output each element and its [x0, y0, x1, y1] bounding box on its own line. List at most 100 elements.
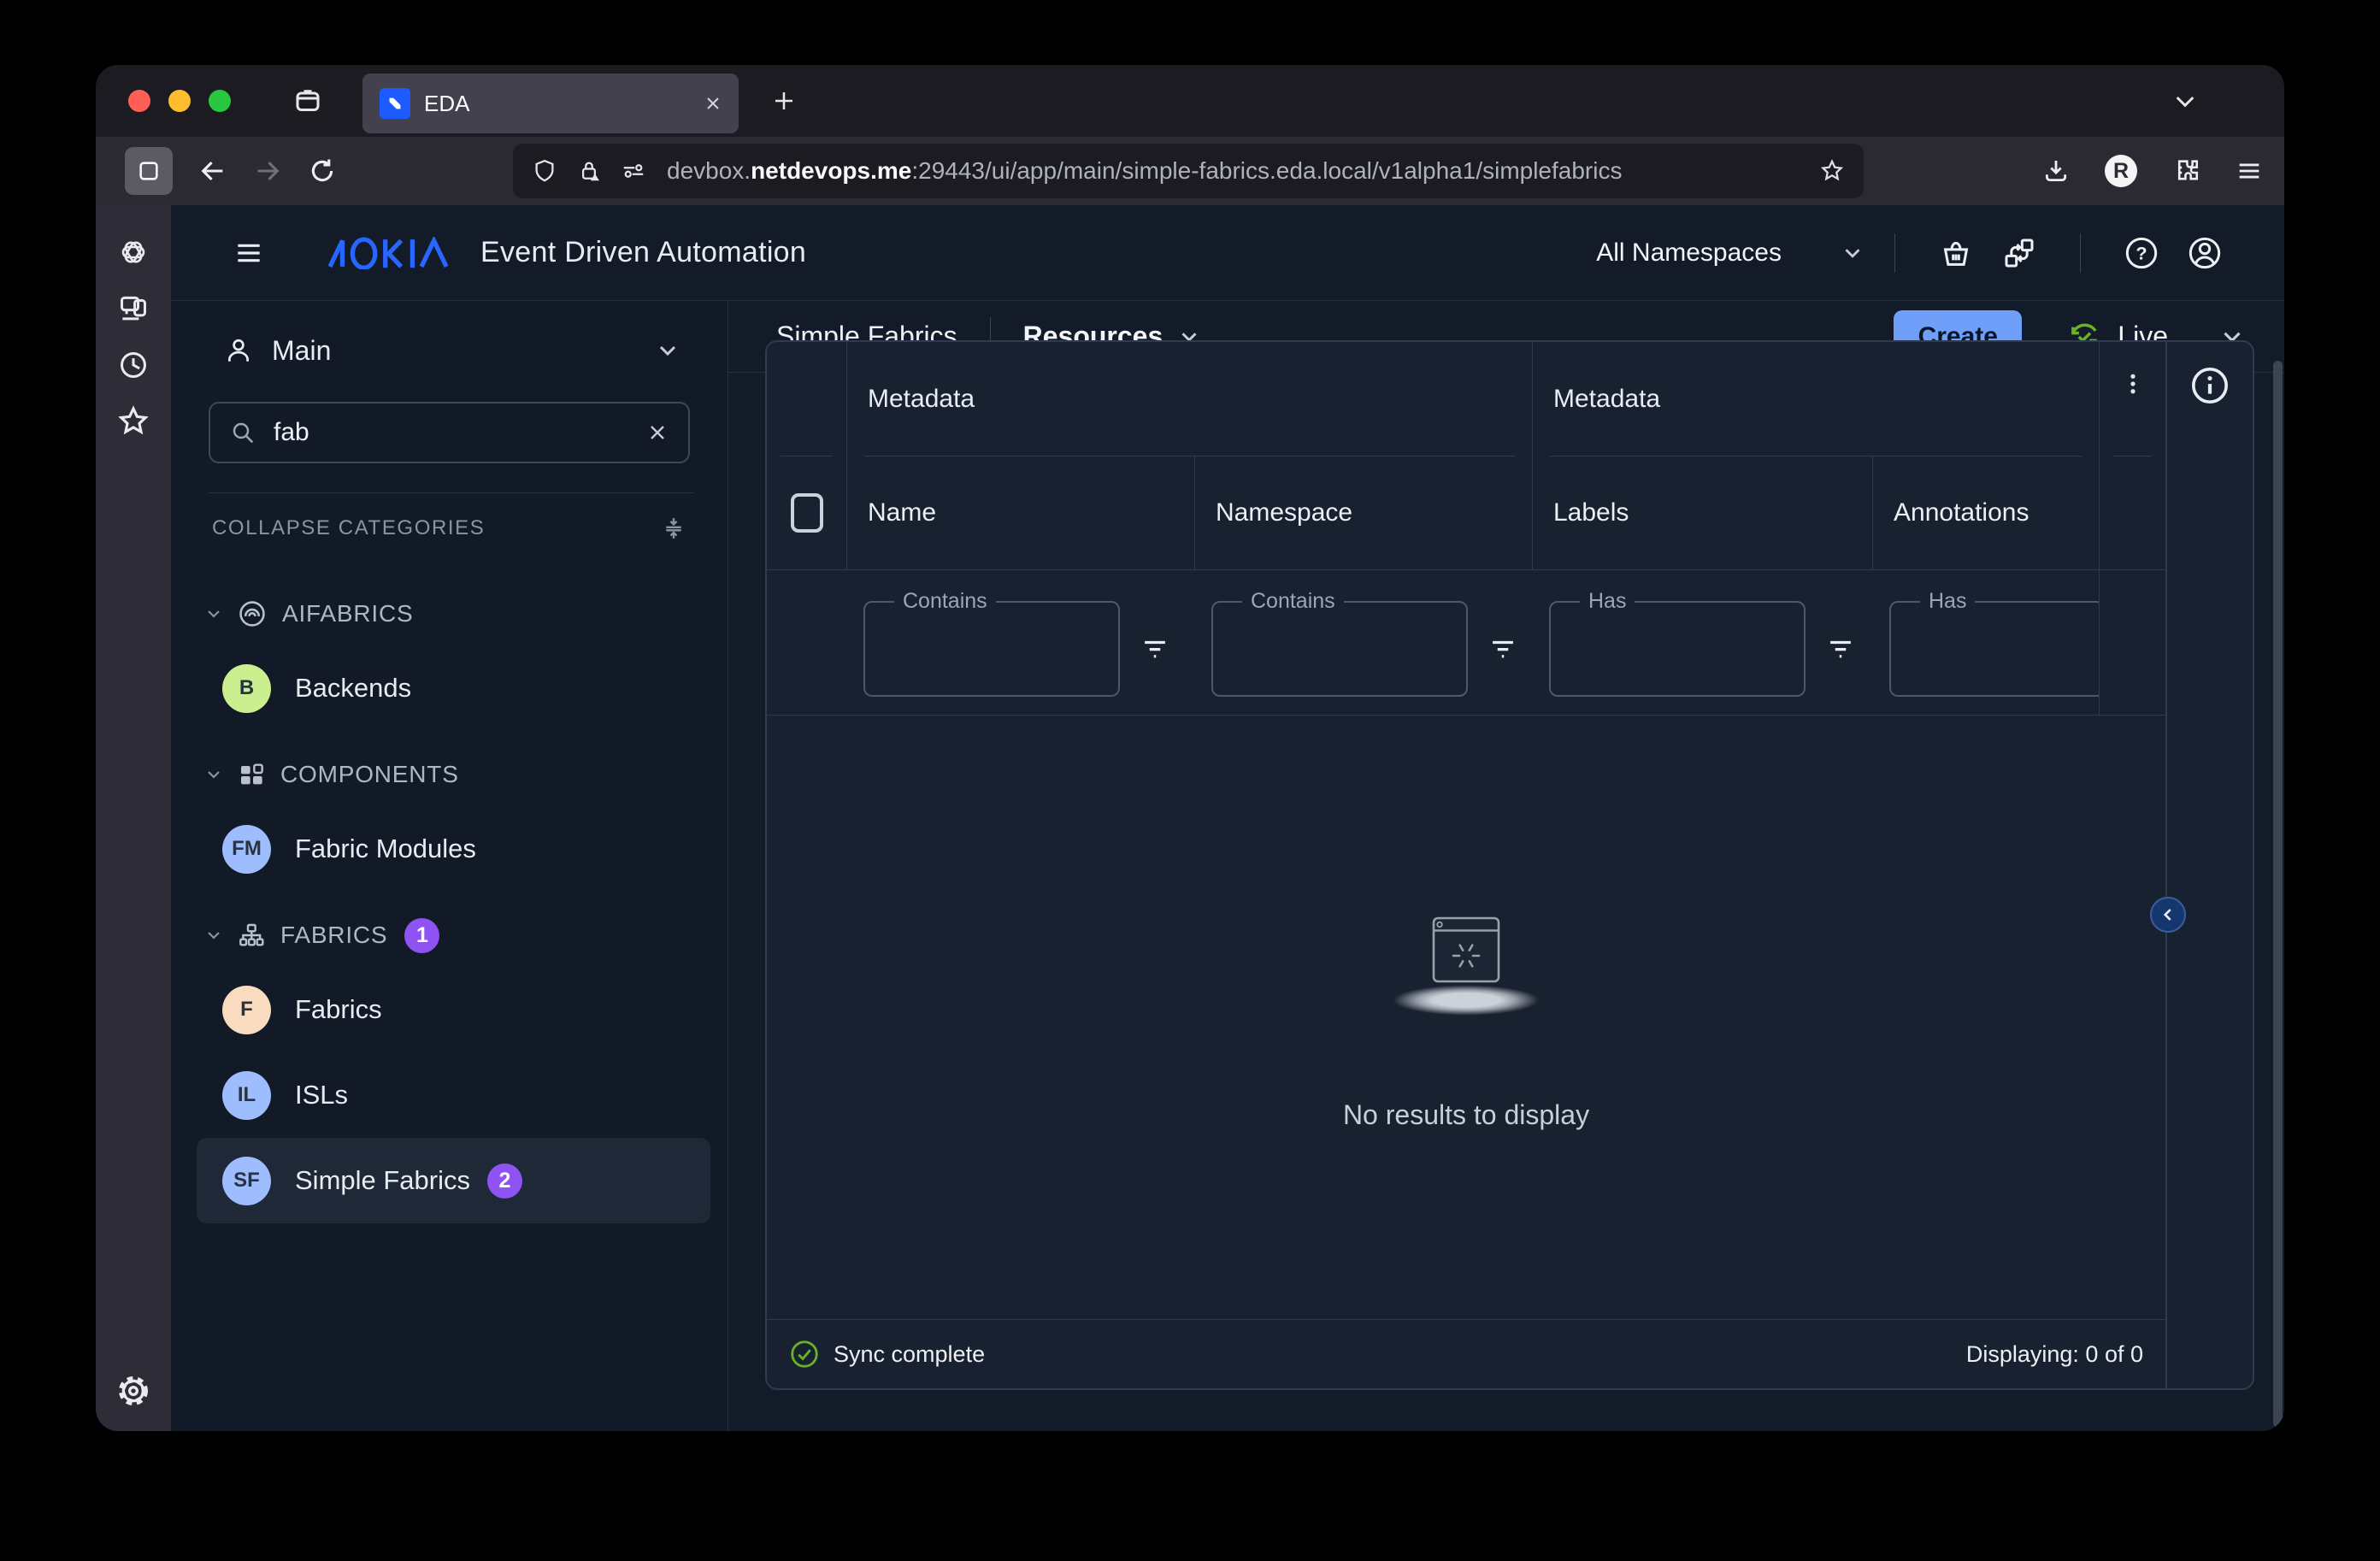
history-clock-icon[interactable] [115, 347, 151, 383]
kebab-menu-icon[interactable] [2120, 371, 2146, 397]
filter-labels: Has [1532, 570, 1872, 715]
category-components[interactable]: COMPONENTS [171, 743, 728, 806]
labels-filter-input[interactable]: Has [1549, 601, 1806, 697]
app-store-basket-icon[interactable] [1939, 236, 1973, 270]
menu-hamburger-icon[interactable] [2235, 156, 2264, 186]
table-header-row: Name Namespace Labels Annotations [767, 457, 2165, 570]
select-all-checkbox[interactable] [791, 493, 823, 533]
extensions-puzzle-icon[interactable] [2171, 156, 2200, 186]
category-aifabrics[interactable]: AIFABRICS [171, 582, 728, 645]
permissions-sliders-icon[interactable] [621, 158, 646, 184]
annotations-filter-input[interactable]: Has [1889, 601, 2099, 697]
chevron-down-icon[interactable] [203, 604, 224, 624]
zoom-window-button[interactable] [209, 90, 231, 112]
user-account-icon[interactable] [2188, 236, 2222, 270]
new-tab-button[interactable] [771, 88, 797, 114]
content-area: Simple Fabrics Resources Create Live [728, 301, 2284, 1431]
sidebar-item-backends[interactable]: B Backends [197, 645, 710, 731]
settings-gear-icon[interactable] [115, 1373, 151, 1409]
sidebar-item-label: Simple Fabrics [295, 1165, 470, 1196]
backends-badge: B [222, 664, 271, 713]
check-circle-icon [789, 1339, 820, 1370]
sidebar-item-fabrics[interactable]: F Fabrics [197, 967, 710, 1052]
back-icon[interactable] [198, 156, 227, 186]
clear-search-icon[interactable] [645, 421, 669, 445]
name-filter-input[interactable]: Contains [863, 601, 1120, 697]
app-menu-hamburger-icon[interactable] [233, 237, 265, 269]
close-window-button[interactable] [128, 90, 150, 112]
metadata-group-1: Metadata [846, 342, 1532, 457]
sidebar-toggle-button[interactable] [125, 147, 173, 195]
info-icon[interactable] [2190, 366, 2230, 1388]
chevron-down-icon[interactable] [203, 925, 224, 945]
context-chevron-down-icon[interactable] [654, 337, 681, 364]
toolbar-right-icons: R [2041, 155, 2264, 187]
synced-tabs-icon[interactable] [115, 291, 151, 327]
transactions-flow-icon[interactable] [2002, 236, 2036, 270]
reload-icon[interactable] [308, 156, 337, 186]
filter-icon[interactable] [1490, 636, 1516, 662]
collapse-categories[interactable]: COLLAPSE CATEGORIES [212, 515, 686, 541]
category-fabrics[interactable]: FABRICS 1 [171, 904, 728, 967]
namespace-filter-input[interactable]: Contains [1211, 601, 1468, 697]
context-selector[interactable]: Main [171, 323, 728, 378]
chevron-down-icon[interactable] [203, 764, 224, 785]
collapse-panel-button[interactable] [2150, 897, 2186, 933]
namespace-selector[interactable]: All Namespaces [1596, 239, 1782, 268]
header-controls: All Namespaces ? [1596, 233, 2236, 273]
simple-fabrics-count-badge: 2 [487, 1163, 522, 1199]
column-header-name[interactable]: Name [846, 457, 1194, 569]
eda-app: Event Driven Automation All Namespaces [171, 205, 2284, 1431]
url-bar[interactable]: devbox.netdevops.me:29443/ui/app/main/si… [513, 144, 1864, 198]
header-divider [2080, 233, 2081, 273]
firefox-view-icon[interactable] [292, 85, 323, 116]
filter-annotations: Has [1872, 570, 2099, 715]
category-label: COMPONENTS [280, 761, 459, 788]
category-label: FABRICS [280, 922, 387, 949]
components-category-icon [238, 761, 265, 788]
app-title: Event Driven Automation [480, 236, 806, 269]
sidebar-item-simple-fabrics[interactable]: SF Simple Fabrics 2 [197, 1138, 710, 1223]
tab-title: EDA [424, 91, 703, 117]
menu-column-cell [2099, 457, 2165, 569]
collapse-all-icon[interactable] [661, 515, 686, 541]
content-scrollbar[interactable] [2273, 361, 2283, 1428]
column-header-labels[interactable]: Labels [1532, 457, 1872, 569]
bookmarks-star-icon[interactable] [115, 404, 151, 439]
filter-namespace: Contains [1194, 570, 1532, 715]
bookmark-star-icon[interactable] [1819, 158, 1845, 184]
sidebar-item-label: Backends [295, 673, 411, 704]
table-group-header-row: Metadata Metadata [767, 342, 2165, 457]
browser-toolbar: devbox.netdevops.me:29443/ui/app/main/si… [96, 137, 2284, 205]
chatbot-icon[interactable] [115, 234, 151, 270]
table-filter-row: Contains Contains [767, 570, 2165, 716]
sidebar-search[interactable] [209, 402, 690, 463]
minimize-window-button[interactable] [168, 90, 191, 112]
namespace-chevron-down-icon[interactable] [1840, 240, 1865, 266]
filter-icon[interactable] [1142, 636, 1168, 662]
header-divider [1894, 233, 1895, 273]
forward-icon[interactable] [253, 156, 282, 186]
nokia-logo [327, 237, 457, 269]
resource-tree: AIFABRICS B Backends [171, 570, 728, 1223]
tab-close-icon[interactable] [703, 93, 723, 114]
column-menu-cell [2099, 342, 2165, 457]
search-input[interactable] [274, 418, 645, 447]
column-header-namespace[interactable]: Namespace [1194, 457, 1532, 569]
sync-status: Sync complete [789, 1339, 985, 1370]
downloads-icon[interactable] [2041, 156, 2071, 186]
profile-avatar[interactable]: R [2105, 155, 2137, 187]
eda-favicon-icon [380, 88, 410, 119]
lock-warning-icon[interactable] [576, 158, 602, 184]
tab-eda[interactable]: EDA [362, 74, 739, 133]
app-sidebar: Main [171, 301, 728, 1431]
empty-state-illustration [1376, 904, 1556, 1017]
list-tabs-icon[interactable] [2171, 87, 2199, 115]
sidebar-item-fabric-modules[interactable]: FM Fabric Modules [197, 806, 710, 892]
filter-icon[interactable] [1828, 636, 1853, 662]
help-icon[interactable]: ? [2124, 236, 2159, 270]
table-footer: Sync complete Displaying: 0 of 0 [767, 1319, 2165, 1388]
shield-icon[interactable] [532, 158, 557, 184]
sidebar-item-isls[interactable]: IL ISLs [197, 1052, 710, 1138]
column-header-annotations[interactable]: Annotations [1872, 457, 2099, 569]
